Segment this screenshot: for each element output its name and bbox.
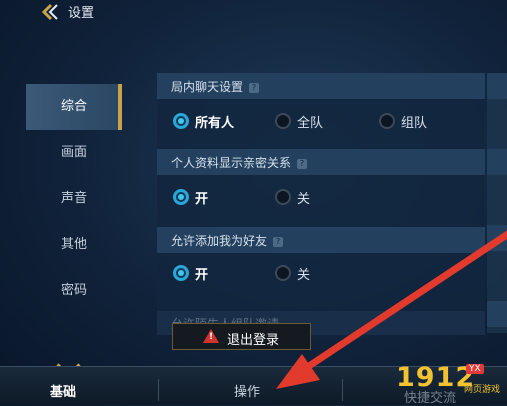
settings-panel: 局内聊天设置? 所有人 全队 组队 个人资料显示亲密关系? 开 关 允许添加我为… [157,73,485,335]
option-label[interactable]: 开 [195,188,208,207]
section-title: 局内聊天设置 [171,80,244,94]
watermark-tag: YX [466,364,484,374]
back-arrow-icon[interactable] [40,3,60,21]
watermark-logo: 1912 YX 网页游戏 [396,362,504,402]
section-header-ingame-chat: 局内聊天设置? [157,73,485,99]
option-label[interactable]: 组队 [401,112,427,131]
sidebar-item-other[interactable]: 其他 [26,222,122,268]
radio-all-icon[interactable] [173,113,189,129]
help-icon[interactable]: ? [273,236,284,247]
page-title: 设置 [68,6,95,21]
section-title: 允许添加我为好友 [171,234,268,248]
warning-icon: ! [203,329,219,343]
sidebar-item-graphics[interactable]: 画面 [26,130,122,176]
radio-off-icon[interactable] [275,265,291,281]
sidebar: 综合 画面 声音 其他 密码 [26,84,122,314]
radio-on-icon[interactable] [173,265,189,281]
logout-button[interactable]: ! 退出登录 [172,323,311,350]
sidebar-item-general[interactable]: 综合 [26,84,122,130]
tab-basic[interactable]: 基础 [50,381,76,400]
radio-off-icon[interactable] [275,189,291,205]
top-bar: 设置 [0,0,507,26]
radio-party-icon[interactable] [379,113,395,129]
section-title: 个人资料显示亲密关系 [171,156,292,170]
sidebar-item-sound[interactable]: 声音 [26,176,122,222]
option-label[interactable]: 关 [297,264,310,283]
watermark-sub: 网页游戏 [464,385,501,395]
right-column-cut [487,73,507,333]
help-icon[interactable]: ? [297,158,308,169]
radio-on-icon[interactable] [173,189,189,205]
section-header-intimacy: 个人资料显示亲密关系? [157,149,485,175]
sidebar-item-password[interactable]: 密码 [26,268,122,314]
add-friend-option-row: 开 关 [157,259,485,289]
help-icon[interactable]: ? [249,82,260,93]
option-label[interactable]: 开 [195,264,208,283]
tab-controls[interactable]: 操作 [234,381,260,400]
option-label[interactable]: 全队 [297,112,323,131]
option-label[interactable]: 关 [297,188,310,207]
section-header-add-friend: 允许添加我为好友? [157,227,485,253]
radio-team-icon[interactable] [275,113,291,129]
intimacy-option-row: 开 关 [157,183,485,213]
option-label[interactable]: 所有人 [195,112,234,131]
chat-option-row: 所有人 全队 组队 [157,107,485,137]
logout-label: 退出登录 [227,333,280,348]
